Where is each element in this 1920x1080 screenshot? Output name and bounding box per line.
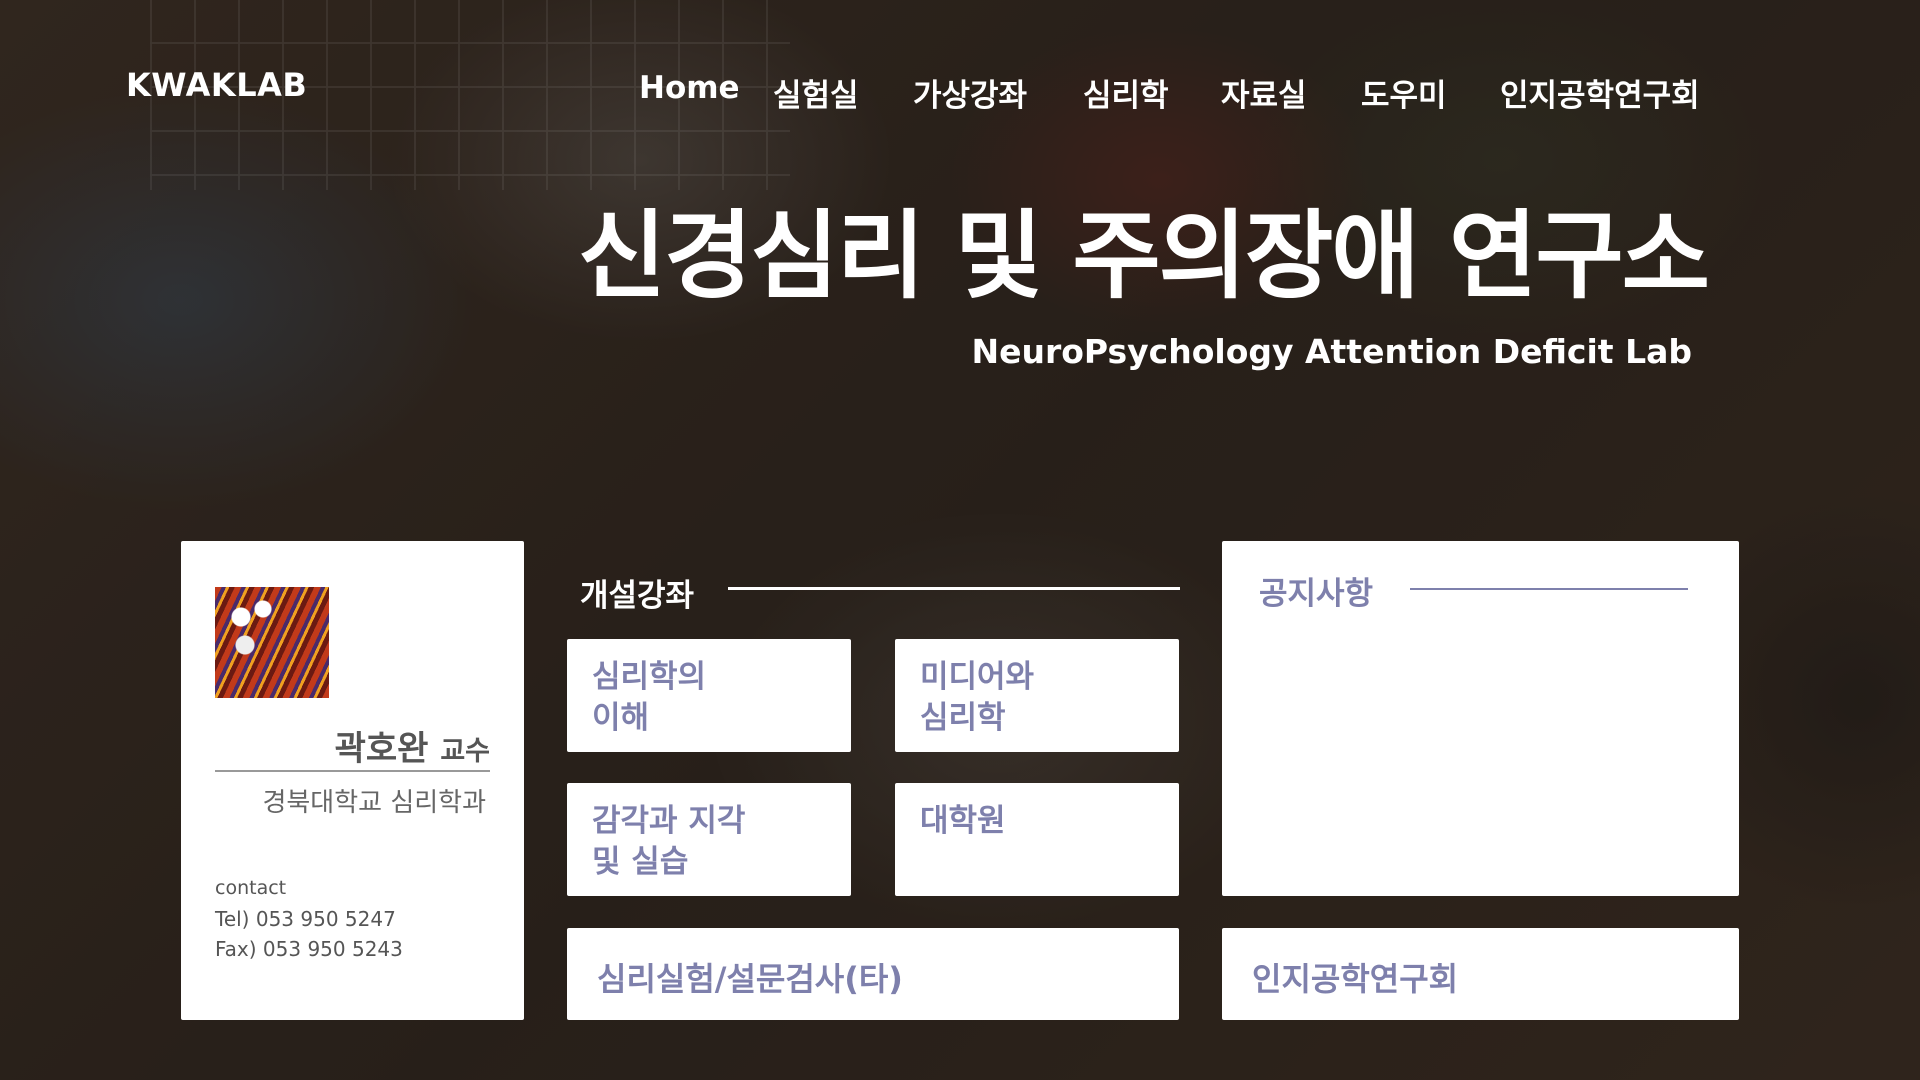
course-label: 대학원 xyxy=(920,803,1006,839)
avatar xyxy=(215,587,329,698)
profile-divider xyxy=(215,770,490,772)
contact-fax: Fax) 053 950 5243 xyxy=(215,937,403,961)
courses-heading-rule xyxy=(728,587,1180,590)
hero-title: 신경심리 및 주의장애 연구소 xyxy=(577,200,1710,312)
contact-label: contact xyxy=(215,877,287,899)
notice-heading[interactable]: 공지사항 xyxy=(1259,568,1373,613)
professor-title: 교수 xyxy=(440,736,490,767)
professor-name: 곽호완 교수 xyxy=(335,721,490,770)
course-card-media-psych[interactable]: 미디어와 심리학 xyxy=(895,639,1179,752)
cognitive-engineering-label: 인지공학연구회 xyxy=(1252,960,1459,998)
professor-department: 경북대학교 심리학과 xyxy=(262,788,486,818)
course-label: 심리학의 이해 xyxy=(592,659,707,736)
site-logo[interactable]: KWAKLAB xyxy=(126,66,307,104)
contact-tel: Tel) 053 950 5247 xyxy=(215,907,396,931)
cognitive-engineering-link[interactable]: 인지공학연구회 xyxy=(1222,928,1739,1020)
course-card-sensation-perception[interactable]: 감각과 지각 및 실습 xyxy=(567,783,851,896)
nav-home[interactable]: Home xyxy=(639,70,740,106)
nav-archive[interactable]: 자료실 xyxy=(1221,70,1307,115)
nav-helper[interactable]: 도우미 xyxy=(1361,70,1447,115)
hero-subtitle: NeuroPsychology Attention Deficit Lab xyxy=(971,332,1692,371)
nav-lab[interactable]: 실험실 xyxy=(773,70,859,115)
experiment-survey-link[interactable]: 심리실험/설문검사(타) xyxy=(567,928,1179,1020)
course-card-graduate[interactable]: 대학원 xyxy=(895,783,1179,896)
nav-virtual-lecture[interactable]: 가상강좌 xyxy=(913,70,1027,115)
notice-heading-rule xyxy=(1410,588,1688,590)
nav-cognitive-engineering[interactable]: 인지공학연구회 xyxy=(1500,70,1700,115)
course-card-psych-intro[interactable]: 심리학의 이해 xyxy=(567,639,851,752)
notice-panel: 공지사항 xyxy=(1222,541,1739,896)
experiment-survey-label: 심리실험/설문검사(타) xyxy=(597,960,903,998)
course-label: 미디어와 심리학 xyxy=(920,659,1035,736)
professor-name-text: 곽호완 xyxy=(334,729,429,769)
nav-psychology[interactable]: 심리학 xyxy=(1083,70,1169,115)
course-label: 감각과 지각 및 실습 xyxy=(592,803,746,880)
profile-card: 곽호완 교수 경북대학교 심리학과 contact Tel) 053 950 5… xyxy=(181,541,524,1020)
courses-heading: 개설강좌 xyxy=(580,578,695,614)
